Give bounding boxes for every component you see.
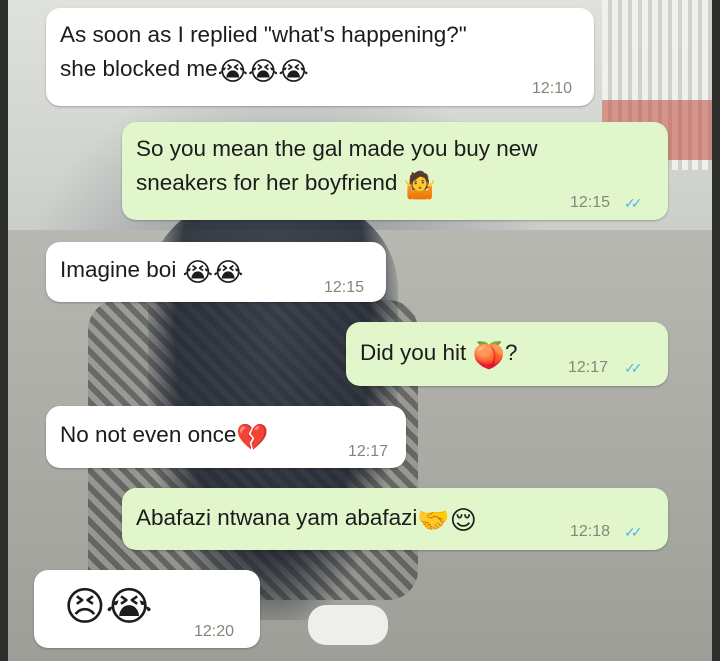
message-bubble-outgoing[interactable]: Abafazi ntwana yam abafazi🤝😌 12:18 ✓✓	[122, 488, 668, 550]
message-timestamp: 12:18	[570, 523, 611, 540]
message-bubble-incoming[interactable]: Imagine boi 😭😭 12:15	[46, 242, 386, 302]
message-bubble-outgoing[interactable]: So you mean the gal made you buy new sne…	[122, 122, 668, 220]
message-text: 😣😭	[64, 586, 152, 628]
message-bubble-incoming[interactable]: No not even once💔 12:17	[46, 406, 406, 468]
message-text: Abafazi ntwana yam abafazi🤝😌	[136, 501, 477, 535]
message-text-line: she blocked me	[60, 56, 218, 81]
message-timestamp: 12:10	[532, 80, 573, 97]
peach-emoji-icon: 🍑	[472, 341, 505, 371]
message-timestamp: 12:20	[194, 623, 235, 640]
message-text-line: So you mean the gal made you buy new	[136, 136, 538, 161]
background-shoe	[308, 605, 388, 645]
message-text: Did you hit 🍑?	[360, 336, 517, 370]
message-text-line: sneakers for her boyfriend	[136, 170, 398, 195]
message-text: No not even once💔	[60, 418, 269, 452]
crying-face-emoji-icon: 😭😭	[182, 258, 244, 288]
message-timestamp: 12:17	[348, 443, 389, 460]
read-receipt-icon: ✓✓	[624, 360, 643, 376]
chat-screenshot: As soon as I replied "what's happening?"…	[8, 0, 712, 661]
message-timestamp: 12:15	[324, 279, 365, 296]
message-text-line: ?	[504, 340, 518, 365]
message-timestamp: 12:17	[568, 359, 609, 376]
message-text: Imagine boi 😭😭	[60, 253, 243, 287]
message-text-line: No not even once	[60, 422, 237, 447]
read-receipt-icon: ✓✓	[624, 524, 643, 540]
message-text: As soon as I replied "what's happening?"…	[60, 18, 467, 86]
crying-face-emoji-icon: 😭😭😭	[217, 57, 309, 87]
message-text-line: Did you hit	[360, 340, 467, 365]
message-text-line: Abafazi ntwana yam abafazi	[136, 505, 418, 530]
message-text-line: As soon as I replied "what's happening?"	[60, 22, 467, 47]
broken-heart-emoji-icon: 💔	[236, 423, 269, 453]
message-bubble-incoming[interactable]: 😣😭 12:20	[34, 570, 260, 648]
message-timestamp: 12:15	[570, 194, 611, 211]
persevering-crying-emoji-icon: 😣😭	[64, 584, 153, 630]
message-bubble-incoming[interactable]: As soon as I replied "what's happening?"…	[46, 8, 594, 106]
handshake-relieved-emoji-icon: 🤝😌	[417, 506, 477, 536]
shrug-emoji-icon: 🤷	[403, 171, 437, 201]
message-text: So you mean the gal made you buy new sne…	[136, 132, 538, 200]
message-text-line: Imagine boi	[60, 257, 177, 282]
message-bubble-outgoing[interactable]: Did you hit 🍑? 12:17 ✓✓	[346, 322, 668, 386]
message-text-line: she blocked me😭😭😭	[60, 52, 467, 86]
read-receipt-icon: ✓✓	[624, 195, 643, 211]
message-text-line: sneakers for her boyfriend 🤷	[136, 166, 538, 200]
